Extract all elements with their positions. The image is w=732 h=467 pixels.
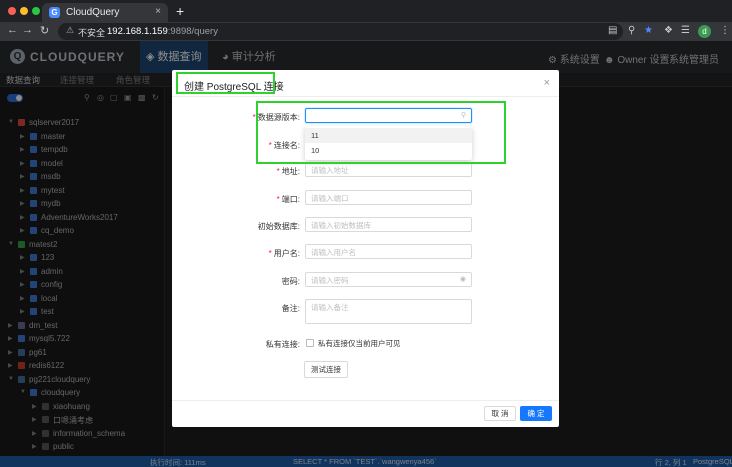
- password-label: 密码:: [281, 277, 300, 286]
- forward-arrow-icon[interactable]: →: [22, 24, 33, 36]
- window-close-dot[interactable]: [8, 7, 16, 15]
- url-input[interactable]: ⚠ 不安全 192.168.1.159:9898/query ▤: [58, 23, 623, 40]
- url-text: 192.168.1.159:9898/query: [107, 26, 218, 37]
- translate-icon[interactable]: ▤: [608, 25, 617, 36]
- eye-hidden-icon[interactable]: ◉: [460, 275, 466, 283]
- version-label-text: 数据源版本:: [257, 113, 300, 122]
- required-mark: *: [252, 113, 256, 122]
- password-placeholder: 请输入密码: [311, 276, 349, 285]
- browser-tab-strip: G CloudQuery × +: [0, 0, 732, 22]
- password-input[interactable]: 请输入密码 ◉: [305, 272, 472, 287]
- version-dropdown: 11 10: [305, 126, 472, 160]
- version-label: * 数据源版本:: [180, 112, 300, 123]
- browser-tab[interactable]: G CloudQuery ×: [42, 3, 168, 22]
- required-mark: *: [268, 249, 272, 258]
- tab-close-icon[interactable]: ×: [155, 6, 161, 17]
- window-minimize-dot[interactable]: [20, 7, 28, 15]
- browser-tab-title: CloudQuery: [66, 7, 120, 18]
- init-db-input[interactable]: 请输入初始数据库: [305, 217, 472, 232]
- zoom-icon[interactable]: ⚲: [628, 25, 635, 36]
- profile-avatar[interactable]: d: [698, 25, 711, 38]
- conn-name-label: * 连接名:: [180, 140, 300, 151]
- ok-button[interactable]: 确 定: [520, 406, 552, 421]
- cloudquery-favicon-icon: G: [49, 7, 60, 18]
- private-label: 私有连接:: [265, 340, 300, 349]
- private-checkbox-text: 私有连接仅当前用户可见: [318, 339, 401, 348]
- address-bar: ← → ↻ ⚠ 不安全 192.168.1.159:9898/query ▤ ⚲…: [0, 22, 732, 41]
- search-icon: ⚲: [460, 112, 466, 119]
- url-host: 192.168.1.159: [107, 26, 168, 37]
- remark-textarea[interactable]: 请输入备注: [305, 299, 472, 324]
- host-input[interactable]: 请输入地址: [305, 162, 472, 177]
- required-mark: *: [276, 167, 280, 176]
- reload-icon[interactable]: ↻: [40, 24, 49, 37]
- host-label: * 地址:: [180, 166, 300, 177]
- reading-list-icon[interactable]: ☰: [681, 25, 690, 36]
- init-db-label: 初始数据库:: [257, 222, 300, 231]
- warning-icon: ⚠: [66, 25, 75, 35]
- insecure-label: 不安全: [78, 28, 106, 38]
- modal-title: 创建 PostgreSQL 连接: [184, 82, 284, 93]
- modal-close-icon[interactable]: ×: [544, 77, 550, 89]
- host-label-text: 地址:: [281, 167, 300, 176]
- remark-label: 备注:: [281, 304, 300, 313]
- required-mark: *: [276, 195, 280, 204]
- back-arrow-icon[interactable]: ←: [7, 24, 18, 36]
- required-mark: *: [268, 141, 272, 150]
- create-connection-modal: 创建 PostgreSQL 连接 × * 数据源版本: ⚲ * 连接名: 11 10…: [172, 70, 559, 427]
- username-label-text: 用户名:: [273, 249, 300, 258]
- port-label: * 端口:: [180, 194, 300, 205]
- version-select[interactable]: ⚲: [305, 108, 472, 123]
- version-option-11[interactable]: 11: [305, 128, 472, 143]
- kebab-menu-icon[interactable]: ⋮: [720, 25, 730, 36]
- version-option-10[interactable]: 10: [305, 143, 472, 158]
- bookmark-star-icon[interactable]: ★: [644, 25, 653, 36]
- cancel-button[interactable]: 取 消: [484, 406, 516, 421]
- port-input[interactable]: 请输入端口: [305, 190, 472, 205]
- username-label: * 用户名:: [180, 248, 300, 259]
- new-tab-icon[interactable]: +: [176, 3, 184, 19]
- url-path: :9898/query: [167, 26, 218, 37]
- port-label-text: 端口:: [281, 195, 300, 204]
- window-zoom-dot[interactable]: [32, 7, 40, 15]
- modal-divider: [172, 96, 559, 97]
- test-connection-button[interactable]: 测试连接: [304, 361, 348, 378]
- username-input[interactable]: 请输入用户名: [305, 244, 472, 259]
- extensions-icon[interactable]: ❖: [664, 25, 673, 36]
- private-checkbox[interactable]: [306, 339, 314, 347]
- conn-name-label-text: 连接名:: [273, 141, 300, 150]
- modal-footer-divider: [172, 400, 559, 401]
